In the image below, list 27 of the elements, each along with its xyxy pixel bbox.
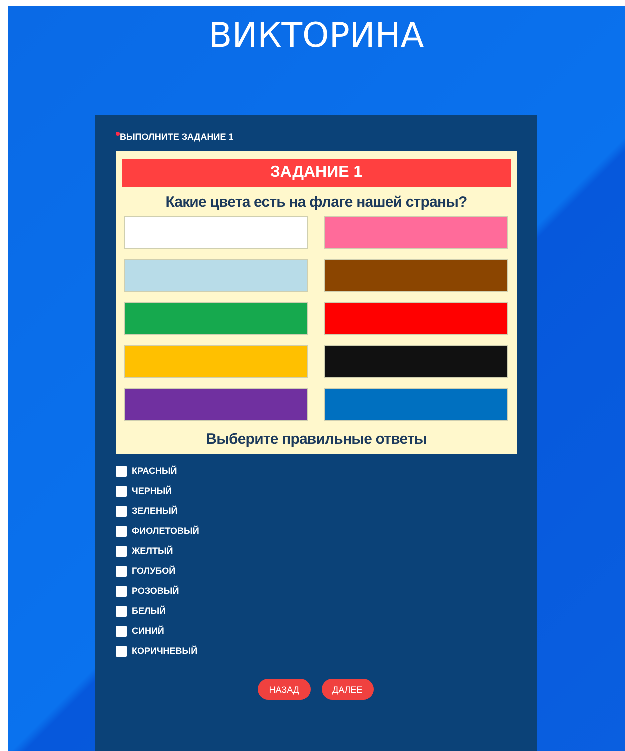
checkbox[interactable] <box>116 586 127 596</box>
option-label[interactable]: ЖЕЛТЫЙ <box>132 546 174 556</box>
question-label: ВЫПОЛНИТЕ ЗАДАНИЕ 1 <box>120 131 234 143</box>
option-label[interactable]: ЧЕРНЫЙ <box>132 486 172 496</box>
option-label[interactable]: СИНИЙ <box>132 626 164 636</box>
checkbox[interactable] <box>116 546 127 556</box>
checkbox[interactable] <box>116 506 127 516</box>
checkbox[interactable] <box>116 646 127 656</box>
option-label[interactable]: ЗЕЛЕНЫЙ <box>132 506 178 516</box>
checkbox[interactable] <box>116 486 127 496</box>
option-label[interactable]: КРАСНЫЙ <box>132 466 178 476</box>
checkbox[interactable] <box>116 566 127 576</box>
option-label[interactable]: ГОЛУБОЙ <box>132 566 176 576</box>
checkbox[interactable] <box>116 626 127 636</box>
next-button[interactable]: ДАЛЕЕ <box>322 679 374 700</box>
checkbox[interactable] <box>116 606 127 616</box>
task-heading: ЗАДАНИЕ 1 <box>122 159 511 187</box>
quiz-title: ВИКТОРИНА <box>208 16 424 56</box>
task-question: Какие цвета есть на флаге нашей страны? <box>164 194 468 211</box>
option-label[interactable]: КОРИЧНЕВЫЙ <box>132 646 198 656</box>
option-label[interactable]: ФИОЛЕТОВЫЙ <box>132 526 200 536</box>
checkbox[interactable] <box>116 466 127 476</box>
option-label[interactable]: РОЗОВЫЙ <box>132 586 180 596</box>
back-button[interactable]: НАЗАД <box>258 679 310 700</box>
checkbox[interactable] <box>116 526 127 536</box>
task-instruction: Выберите правильные ответы <box>205 431 428 448</box>
option-label[interactable]: БЕЛЫЙ <box>132 606 166 616</box>
